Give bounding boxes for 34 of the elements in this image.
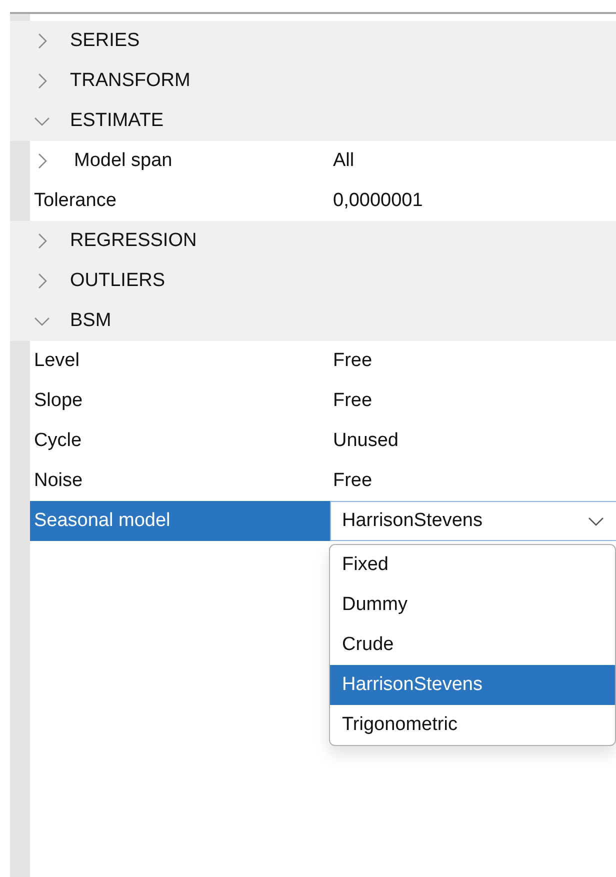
dropdown-option[interactable]: HarrisonStevens [330, 665, 615, 705]
dropdown-field[interactable]: HarrisonStevens [330, 501, 616, 541]
section-header[interactable]: OUTLIERS [70, 266, 166, 296]
property-name[interactable]: Slope [30, 381, 330, 421]
chevron-right-icon[interactable] [38, 73, 46, 89]
chevron-down-icon[interactable] [34, 116, 50, 126]
dropdown-value: HarrisonStevens [342, 508, 482, 533]
chevron-right-icon[interactable] [38, 33, 46, 49]
section-header[interactable]: ESTIMATE [70, 106, 164, 136]
property-value: 0,0000001 [332, 188, 424, 213]
property-name[interactable]: Noise [30, 461, 330, 501]
property-label: Model span [74, 148, 172, 173]
property-value: All [332, 148, 356, 173]
dropdown-option[interactable]: Trigonometric [330, 705, 615, 745]
property-name[interactable]: Seasonal model [30, 501, 330, 541]
section-header[interactable]: BSM [70, 306, 112, 336]
property-name[interactable]: Tolerance [30, 181, 330, 221]
section-header[interactable]: TRANSFORM [70, 66, 190, 96]
dropdown-option[interactable]: Crude [330, 625, 615, 665]
chevron-right-icon[interactable] [38, 233, 46, 249]
property-name[interactable]: Level [30, 341, 330, 381]
dropdown-option[interactable]: Fixed [330, 545, 615, 585]
chevron-down-icon[interactable] [34, 316, 50, 326]
section-header[interactable]: SERIES [70, 26, 140, 56]
property-value: Free [332, 348, 374, 373]
chevron-right-icon[interactable] [38, 153, 47, 169]
dropdown-option[interactable]: Dummy [330, 585, 615, 625]
chevron-right-icon[interactable] [38, 273, 46, 289]
property-value: Unused [332, 428, 400, 453]
property-name[interactable]: Cycle [30, 421, 330, 461]
property-value: Free [332, 468, 374, 493]
section-header[interactable]: REGRESSION [70, 226, 197, 256]
property-value: Free [332, 388, 374, 413]
property-name-cell[interactable]: Model span [30, 141, 330, 181]
